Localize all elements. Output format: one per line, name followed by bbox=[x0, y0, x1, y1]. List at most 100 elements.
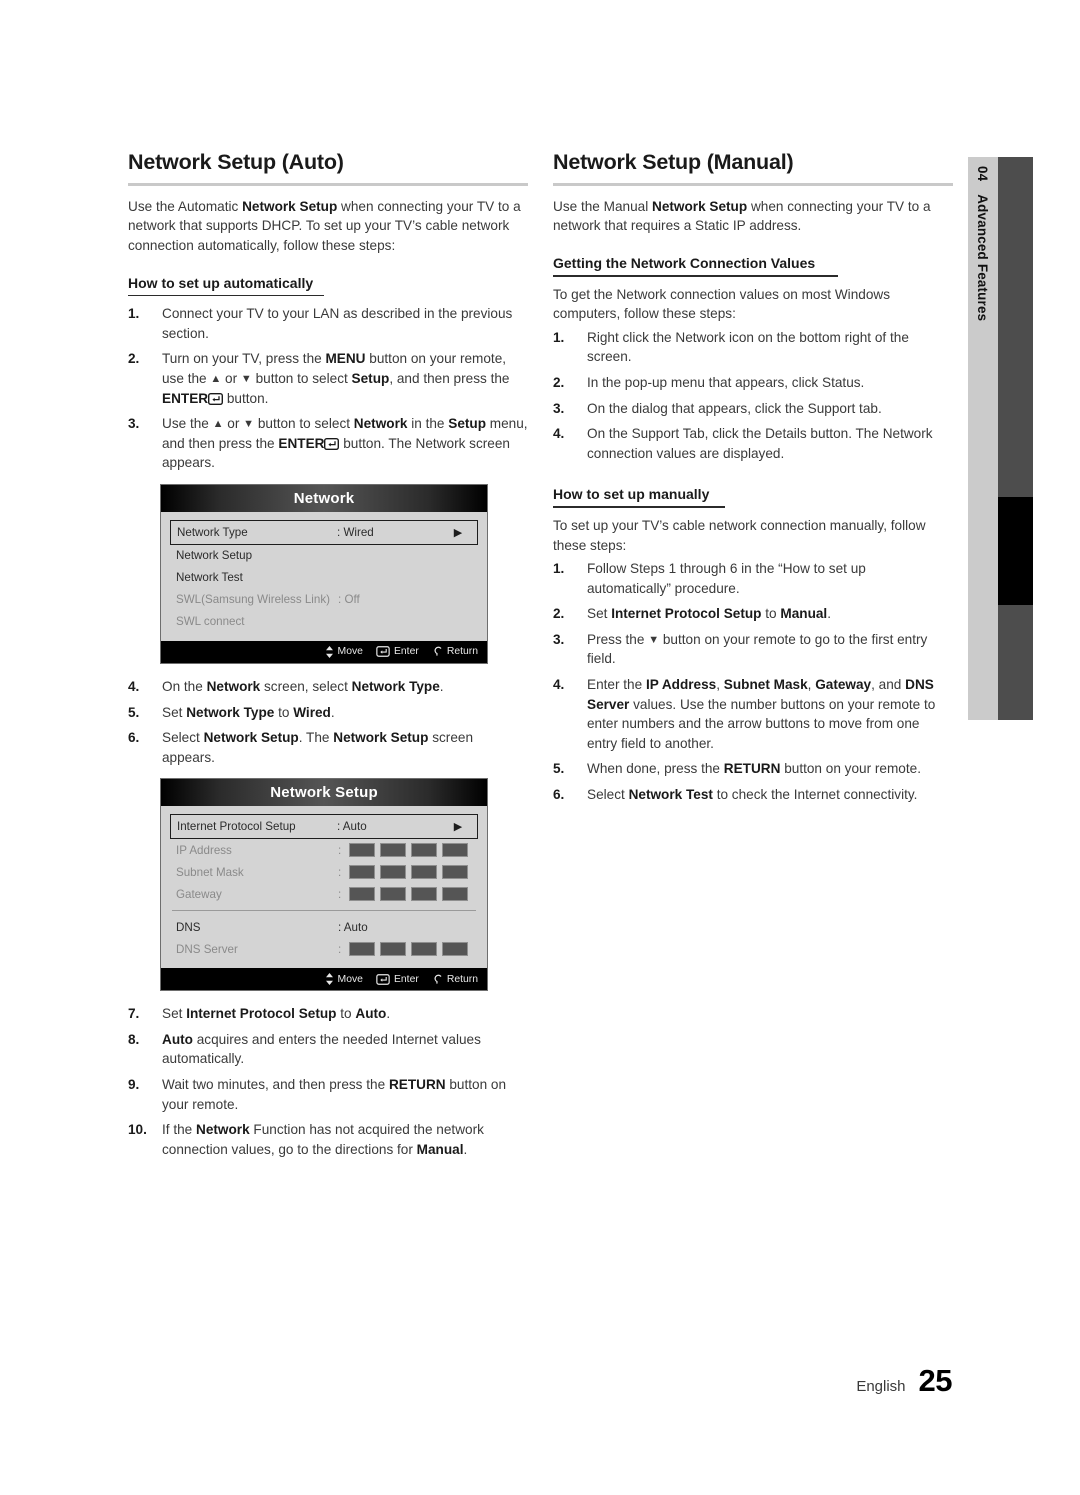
octet-field[interactable] bbox=[442, 942, 469, 957]
step-text: Set Internet Protocol Setup to Auto. bbox=[162, 1006, 390, 1021]
osd-footer-hints: Move Enter Return bbox=[161, 640, 487, 663]
step-text-c: button on your remote. bbox=[780, 761, 921, 777]
osd-row-value: : bbox=[338, 865, 342, 879]
network-label: Network bbox=[196, 1122, 250, 1138]
step-text: Follow Steps 1 through 6 in the “How to … bbox=[587, 561, 866, 596]
menu-button-label: MENU bbox=[325, 351, 366, 367]
intro-paragraph-manual: Use the Manual Network Setup when connec… bbox=[553, 197, 953, 236]
subheading-how-to-set-up-automatically: How to set up automatically bbox=[128, 274, 314, 291]
step-text-e: . bbox=[439, 678, 444, 694]
hint-return: Return bbox=[432, 646, 478, 657]
osd-row-label: Internet Protocol Setup bbox=[177, 820, 296, 834]
list-item: 2. Set Internet Protocol Setup to Manual… bbox=[553, 604, 953, 624]
step-text: Enter the IP Address, Subnet Mask, Gatew… bbox=[587, 677, 935, 751]
step-text-a: If the bbox=[162, 1122, 197, 1138]
osd-network-setup-screenshot: Network Setup Internet Protocol Setup : … bbox=[160, 778, 488, 992]
step-number: 2. bbox=[128, 351, 140, 367]
list-item: 2. In the pop-up menu that appears, clic… bbox=[553, 373, 953, 393]
osd-row-ip-address: IP Address : bbox=[170, 839, 478, 861]
enter-key-icon bbox=[376, 646, 390, 658]
step-text-d: in the bbox=[407, 416, 449, 432]
octet-field[interactable] bbox=[349, 887, 376, 902]
octet-field[interactable] bbox=[411, 887, 438, 902]
subheading-rule bbox=[553, 274, 838, 277]
network-setup-label: Network Setup bbox=[652, 198, 748, 214]
page-footer: English 25 bbox=[0, 1363, 1080, 1399]
osd-row-dns[interactable]: DNS : Auto bbox=[170, 916, 478, 938]
step-number: 9. bbox=[128, 1077, 140, 1093]
subheading-how-to-set-up-manually: How to set up manually bbox=[553, 486, 710, 503]
return-button-label: RETURN bbox=[723, 761, 781, 777]
enter-key-icon bbox=[376, 973, 390, 985]
step-text-a: Set bbox=[162, 1006, 187, 1022]
octet-field[interactable] bbox=[380, 887, 407, 902]
network-type-label: Network Type bbox=[186, 704, 275, 720]
step-text: Use the ▲ or ▼ button to select Network … bbox=[162, 416, 528, 470]
intro-bold-network-setup: Network Setup bbox=[242, 198, 338, 214]
octet-field[interactable] bbox=[411, 843, 438, 858]
auto-steps-list-part1: 1. Connect your TV to your LAN as descri… bbox=[128, 304, 528, 473]
osd-row-label: Network Setup bbox=[176, 549, 253, 563]
manual-intro-paragraph: To set up your TV’s cable network connec… bbox=[553, 517, 926, 553]
step-text: Wait two minutes, and then press the RET… bbox=[162, 1077, 506, 1112]
octet-field[interactable] bbox=[411, 865, 438, 880]
step-text: Auto acquires and enters the needed Inte… bbox=[162, 1032, 481, 1067]
list-item: 8. Auto acquires and enters the needed I… bbox=[128, 1030, 528, 1069]
step-number: 5. bbox=[128, 704, 140, 720]
subnet-mask-label: Subnet Mask bbox=[723, 677, 808, 693]
list-item: 7. Set Internet Protocol Setup to Auto. bbox=[128, 1004, 528, 1024]
step-number: 2. bbox=[553, 606, 565, 622]
osd-row-dns-server: DNS Server : bbox=[170, 938, 478, 960]
step-number: 2. bbox=[553, 374, 565, 390]
osd-divider bbox=[172, 910, 476, 912]
step-text-c: to bbox=[761, 606, 781, 622]
step-text: On the Network screen, select Network Ty… bbox=[162, 679, 444, 694]
step-text: If the Network Function has not acquired… bbox=[162, 1122, 484, 1157]
osd-row-label: Subnet Mask bbox=[176, 865, 244, 879]
auto-steps-list-part3: 7. Set Internet Protocol Setup to Auto. … bbox=[128, 1004, 528, 1159]
octet-field[interactable] bbox=[349, 865, 376, 880]
octet-field[interactable] bbox=[442, 843, 469, 858]
step-text-c: or bbox=[221, 370, 241, 386]
octet-field[interactable] bbox=[380, 865, 407, 880]
step-text-a: Select bbox=[162, 730, 204, 746]
octet-field[interactable] bbox=[411, 942, 438, 957]
octet-field[interactable] bbox=[380, 843, 407, 858]
ip-octet-fields: : bbox=[338, 843, 472, 858]
return-button-label: RETURN bbox=[388, 1077, 446, 1093]
network-label: Network bbox=[353, 416, 408, 432]
step-text: Press the ▼ button on your remote to go … bbox=[587, 632, 927, 667]
step-text-c: , bbox=[716, 677, 724, 693]
octet-field[interactable] bbox=[442, 865, 469, 880]
osd-network-screenshot: Network Network Type : Wired ▶ Network S… bbox=[160, 483, 488, 664]
network-setup-label-2: Network Setup bbox=[333, 730, 429, 746]
octet-field[interactable] bbox=[380, 942, 407, 957]
gateway-label: Gateway bbox=[815, 677, 872, 693]
osd-row-internet-protocol-setup[interactable]: Internet Protocol Setup : Auto ▶ bbox=[170, 814, 478, 840]
step-text-f: button. bbox=[223, 390, 269, 406]
network-type-label: Network Type bbox=[351, 678, 440, 694]
step-number: 4. bbox=[128, 678, 140, 694]
subheading-auto-wrap: How to set up automatically bbox=[128, 258, 528, 297]
octet-field[interactable] bbox=[349, 843, 376, 858]
octet-field[interactable] bbox=[442, 887, 469, 902]
subnet-octet-fields: : bbox=[338, 865, 472, 880]
step-text: On the Support Tab, click the Details bu… bbox=[587, 426, 933, 461]
step-text-c: to check the Internet connectivity. bbox=[712, 787, 918, 803]
octet-field[interactable] bbox=[349, 942, 376, 957]
right-column: Network Setup (Manual) Use the Manual Ne… bbox=[553, 150, 953, 811]
page-title-manual: Network Setup (Manual) bbox=[553, 150, 794, 174]
osd-row-network-setup[interactable]: Network Setup bbox=[170, 545, 478, 567]
heading-rule bbox=[128, 182, 528, 186]
step-text-a: Enter the bbox=[587, 677, 646, 693]
value-steps-list: 1. Right click the Network icon on the b… bbox=[553, 328, 953, 464]
step-text: Set Network Type to Wired. bbox=[162, 705, 335, 720]
step-text-c: to bbox=[274, 704, 294, 720]
step-number: 5. bbox=[553, 761, 565, 777]
osd-row-network-test[interactable]: Network Test bbox=[170, 567, 478, 589]
osd-row-value: : bbox=[338, 887, 342, 901]
step-text-a: Select bbox=[587, 787, 629, 803]
osd-row-label: DNS bbox=[176, 920, 201, 934]
osd-row-network-type[interactable]: Network Type : Wired ▶ bbox=[170, 519, 478, 545]
osd-row-label: SWL(Samsung Wireless Link) bbox=[176, 593, 330, 607]
